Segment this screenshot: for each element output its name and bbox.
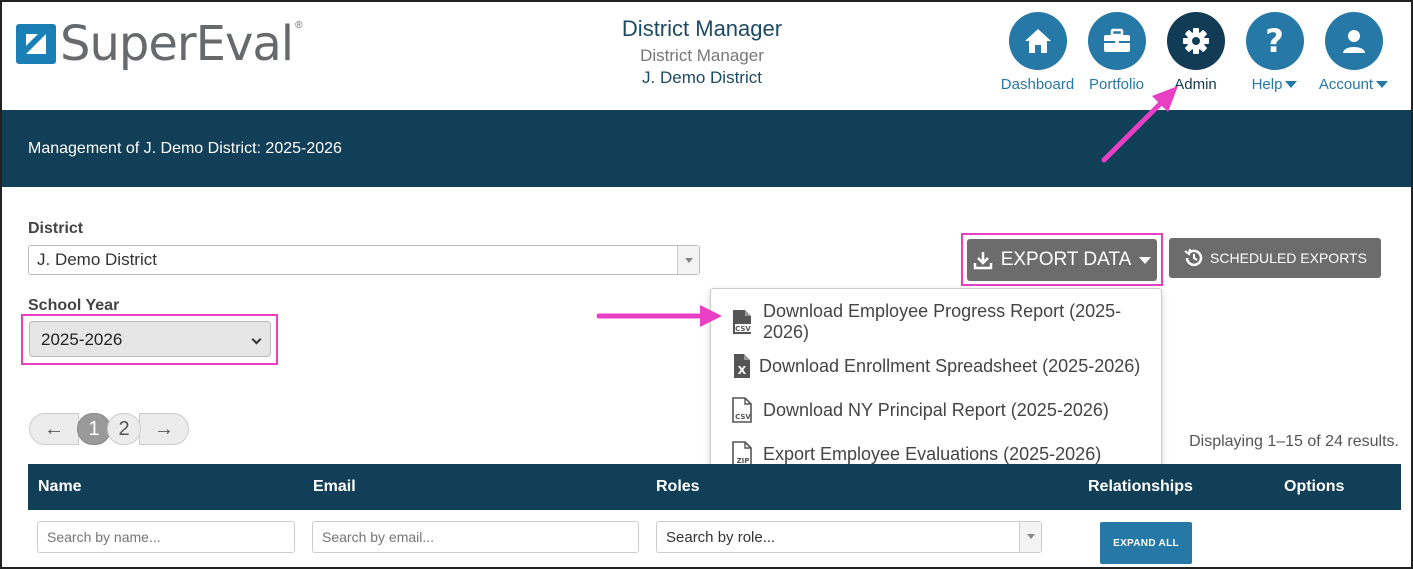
excel-file-icon: X — [734, 354, 750, 378]
download-icon — [973, 252, 992, 270]
logo-text: SuperEval — [60, 16, 294, 72]
page-button-2[interactable]: 2 — [107, 413, 141, 445]
menu-item-label: Export Employee Evaluations (2025-2026) — [763, 443, 1102, 464]
export-dropdown-menu: CSV Download Employee Progress Report (2… — [710, 288, 1162, 476]
history-icon — [1184, 248, 1203, 267]
search-email-input[interactable] — [312, 521, 639, 553]
banner-title: Management of J. Demo District: 2025-202… — [28, 139, 342, 157]
prev-page-button[interactable]: ← — [29, 413, 79, 445]
nav-label: Help — [1252, 76, 1298, 93]
supereval-logo[interactable]: SuperEval ® — [16, 20, 302, 68]
svg-text:CSV: CSV — [735, 413, 751, 421]
menu-item-label: Download NY Principal Report (2025-2026) — [763, 399, 1109, 420]
search-role-select[interactable]: Search by role... — [656, 521, 1042, 553]
district-name: J. Demo District — [642, 68, 762, 87]
column-header-options[interactable]: Options — [1284, 478, 1344, 496]
menu-item-label: Download Enrollment Spreadsheet (2025-20… — [759, 355, 1141, 376]
district-select-value: J. Demo District — [37, 250, 157, 269]
chevron-down-icon — [251, 334, 262, 345]
page-title: District Manager — [621, 16, 783, 41]
search-name-input[interactable] — [37, 521, 295, 553]
table-header: Name Email Roles Relationships Options — [28, 464, 1401, 510]
next-page-button[interactable]: → — [139, 413, 189, 445]
select-arrow[interactable] — [677, 246, 699, 274]
expand-all-button[interactable]: EXPAND ALL — [1100, 522, 1192, 564]
nav-label: Admin — [1174, 76, 1217, 93]
home-icon[interactable] — [1008, 12, 1067, 70]
table-filter-row: Search by role... EXPAND ALL — [28, 510, 1401, 567]
chevron-down-icon — [685, 258, 693, 263]
nav-portfolio[interactable]: Portfolio — [1077, 12, 1156, 93]
nav-help[interactable]: ? Help — [1235, 12, 1314, 93]
user-icon[interactable] — [1324, 12, 1383, 70]
menu-item-enrollment-spreadsheet[interactable]: X Download Enrollment Spreadsheet (2025-… — [711, 344, 1161, 388]
logo-trademark: ® — [295, 20, 303, 31]
column-header-relationships[interactable]: Relationships — [1088, 478, 1193, 496]
nav-label: Account — [1318, 76, 1389, 93]
user-role: District Manager — [640, 46, 764, 65]
scheduled-exports-label: SCHEDULED EXPORTS — [1210, 250, 1367, 266]
question-icon[interactable]: ? — [1245, 12, 1304, 70]
top-nav: Dashboard Portfolio Admin ? Help Account — [998, 12, 1393, 93]
chevron-down-icon — [1285, 81, 1298, 88]
svg-text:CSV: CSV — [735, 325, 751, 333]
csv-file-icon: CSV — [732, 397, 752, 423]
school-year-label: School Year — [28, 297, 120, 314]
nav-label: Portfolio — [1088, 76, 1145, 93]
school-year-value: 2025-2026 — [41, 330, 123, 349]
gear-icon[interactable] — [1166, 12, 1225, 70]
app-window: SuperEval ® District Manager District Ma… — [0, 0, 1413, 569]
export-data-button[interactable]: EXPORT DATA — [967, 239, 1157, 281]
chevron-down-icon — [1376, 81, 1389, 88]
results-count: Displaying 1–15 of 24 results. — [1189, 433, 1399, 450]
export-data-label: EXPORT DATA — [1000, 249, 1132, 270]
chevron-down-icon — [1027, 534, 1035, 539]
briefcase-icon[interactable] — [1087, 12, 1146, 70]
menu-item-ny-principal-report[interactable]: CSV Download NY Principal Report (2025-2… — [711, 388, 1161, 432]
pagination: ← 1 2 → — [29, 412, 189, 446]
role-select-placeholder: Search by role... — [666, 529, 776, 546]
nav-dashboard[interactable]: Dashboard — [998, 12, 1077, 93]
select-arrow[interactable] — [1019, 522, 1041, 552]
school-year-select[interactable]: 2025-2026 — [29, 321, 271, 357]
nav-account[interactable]: Account — [1314, 12, 1393, 93]
district-label: District — [28, 220, 84, 237]
chevron-down-icon — [1139, 256, 1152, 264]
nav-label-text: Help — [1251, 76, 1283, 93]
logo-mark-icon — [16, 24, 56, 64]
column-header-name[interactable]: Name — [38, 478, 82, 496]
nav-admin[interactable]: Admin — [1156, 12, 1235, 93]
district-select[interactable]: J. Demo District — [28, 245, 700, 275]
scheduled-exports-button[interactable]: SCHEDULED EXPORTS — [1169, 238, 1381, 278]
nav-label: Dashboard — [1000, 76, 1075, 93]
column-header-roles[interactable]: Roles — [656, 478, 700, 496]
management-banner: Management of J. Demo District: 2025-202… — [2, 110, 1411, 187]
menu-item-label: Download Employee Progress Report (2025-… — [763, 301, 1122, 342]
column-header-email[interactable]: Email — [313, 478, 356, 496]
nav-label-text: Account — [1318, 76, 1374, 93]
csv-file-icon: CSV — [733, 310, 751, 334]
menu-item-employee-progress-report[interactable]: CSV Download Employee Progress Report (2… — [711, 300, 1161, 344]
svg-text:X: X — [738, 364, 747, 377]
page-button-1[interactable]: 1 — [77, 413, 111, 445]
header-context: District Manager District Manager J. Dem… — [562, 16, 842, 88]
